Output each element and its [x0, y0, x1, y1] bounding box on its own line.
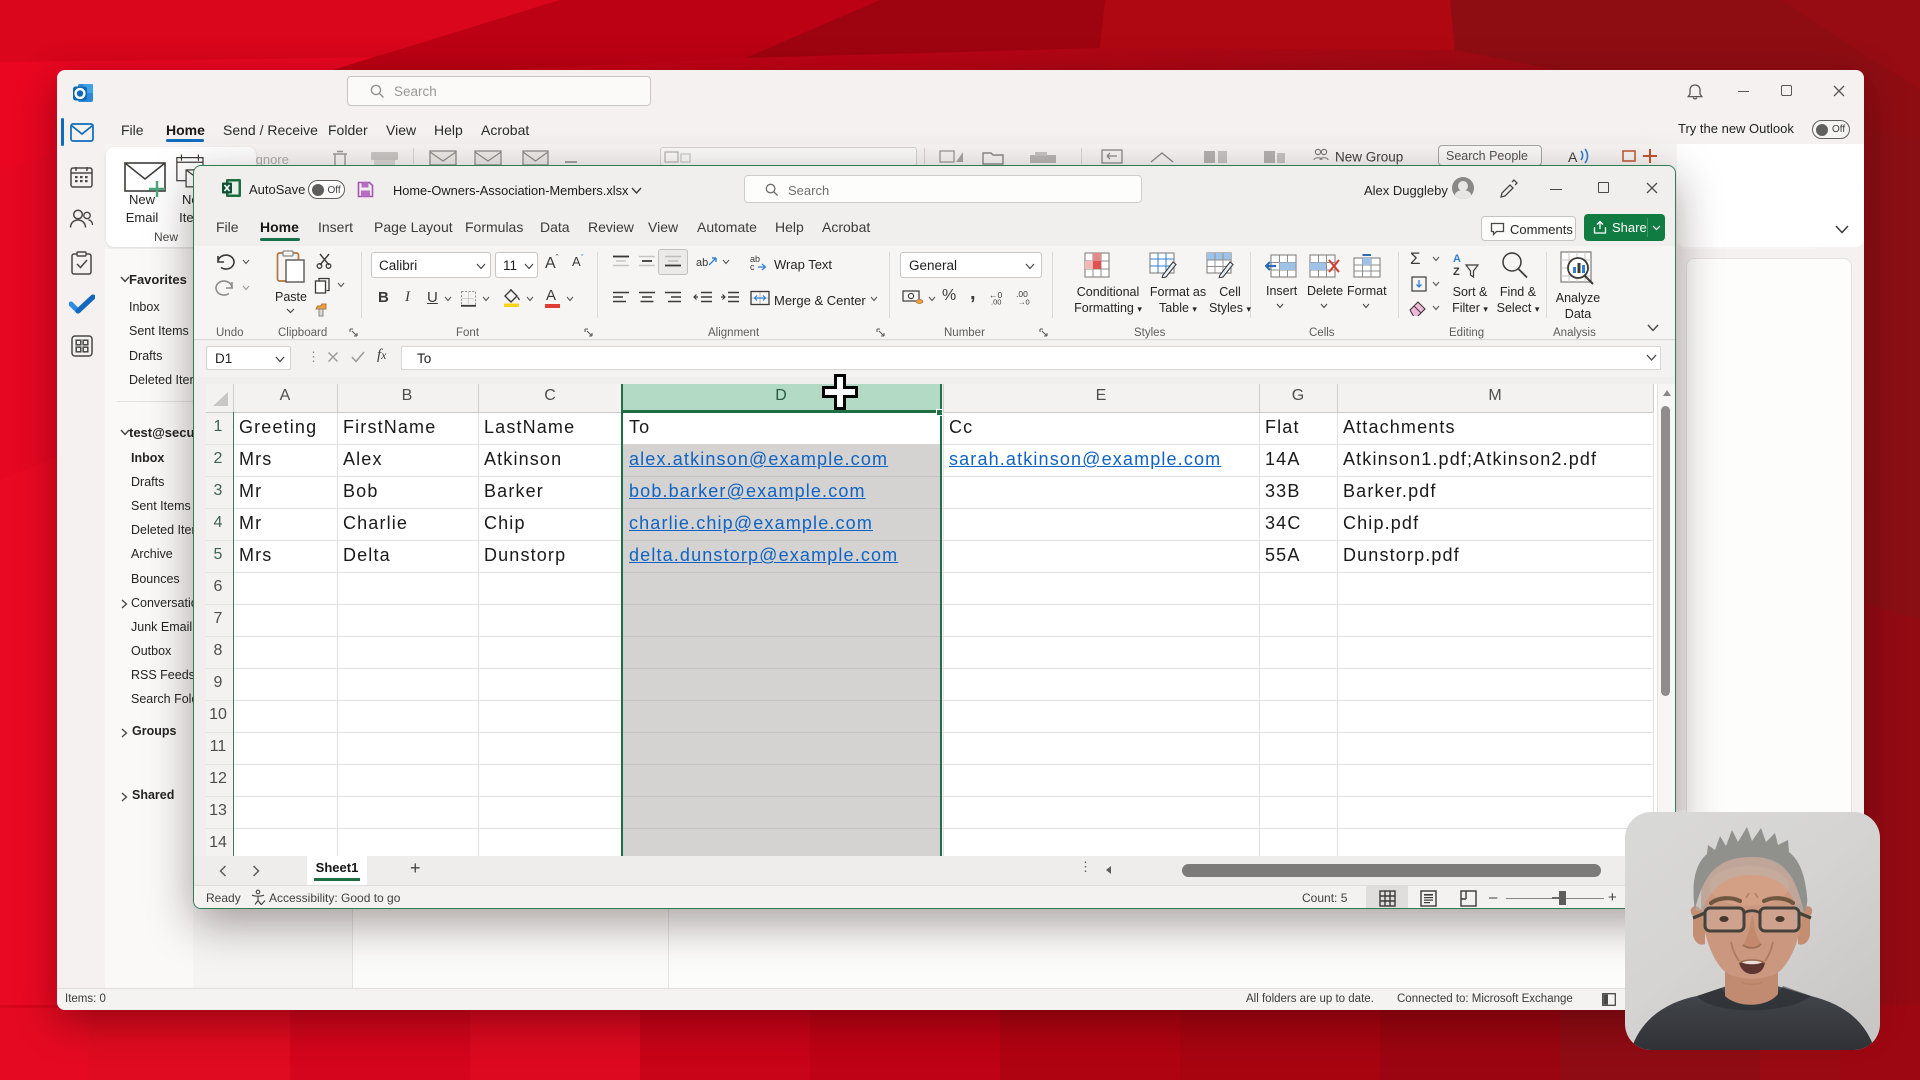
- svg-text:ab: ab: [696, 257, 708, 269]
- svg-text:Ignore: Ignore: [252, 152, 289, 166]
- svg-text:New Group: New Group: [1335, 150, 1403, 165]
- svg-text:A: A: [1453, 253, 1461, 265]
- svg-text:c: c: [750, 262, 755, 271]
- svg-text:Z: Z: [1453, 266, 1460, 278]
- svg-text:A: A: [1568, 149, 1578, 165]
- svg-text:.00: .00: [991, 298, 1001, 306]
- svg-text:→0: →0: [1018, 298, 1030, 306]
